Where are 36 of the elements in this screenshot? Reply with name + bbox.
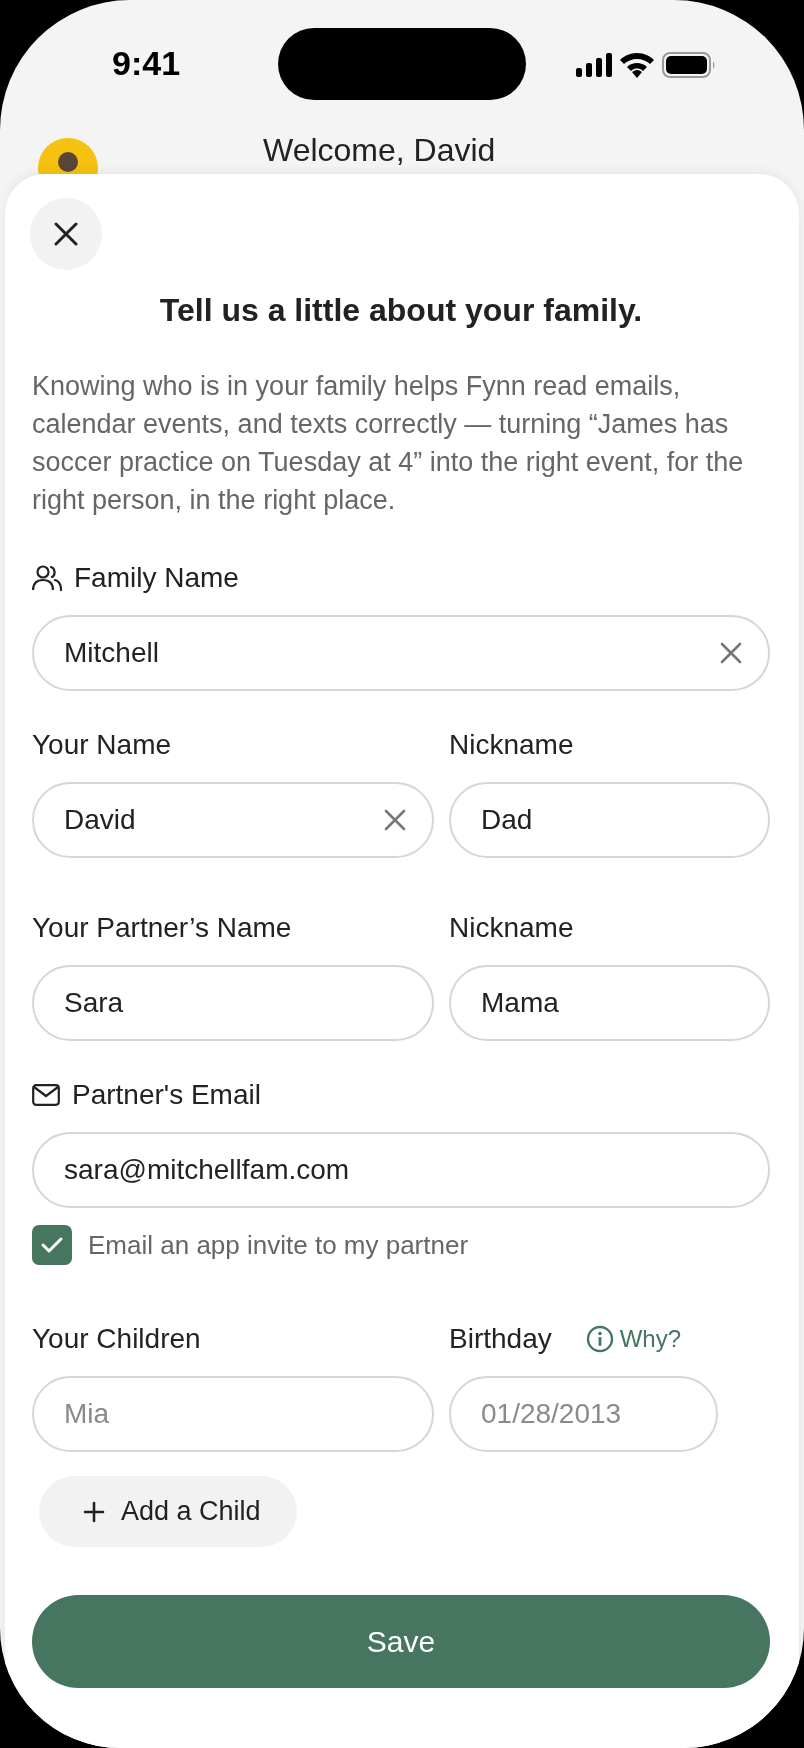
mail-icon <box>32 1084 60 1106</box>
signal-icon <box>576 53 612 77</box>
intro-paragraph: Knowing who is in your family helps Fynn read emails, calendar events, and texts correctly — turning “James has soccer practice on Tuesday at 4” into the right event, for the right person, in the right place. <box>32 370 745 517</box>
status-time: 9:41 <box>112 44 181 83</box>
clear-icon[interactable] <box>720 642 742 664</box>
input-field[interactable]: David <box>32 782 434 858</box>
why-link[interactable]: Why? <box>585 1325 682 1353</box>
info-icon <box>585 1325 614 1353</box>
field-label: Partner's Email <box>72 1078 261 1112</box>
field-label: Your Name <box>32 728 173 762</box>
field-label: Your Partner’s Name <box>32 911 293 945</box>
input-field[interactable]: sara@mitchellfam.com <box>32 1132 770 1208</box>
plus-icon <box>83 1500 105 1523</box>
save-button[interactable]: Save <box>32 1595 770 1688</box>
welcome-title: Welcome, David <box>263 132 496 168</box>
add-child-button[interactable]: Add a Child <box>39 1476 297 1547</box>
people-icon <box>32 565 62 591</box>
field-label: Birthday <box>449 1322 552 1356</box>
close-icon <box>54 222 78 246</box>
field-label: Your Children <box>32 1322 202 1356</box>
battery-icon <box>662 52 716 78</box>
input-field[interactable]: Mama <box>449 965 770 1041</box>
checkbox-label: Email an app invite to my partner <box>88 1229 469 1261</box>
checkbox[interactable] <box>32 1225 72 1265</box>
field-label: Family Name <box>74 561 239 595</box>
input-field[interactable]: Sara <box>32 965 434 1041</box>
input-field[interactable]: Mia <box>32 1376 434 1452</box>
field-label: Nickname <box>449 911 575 945</box>
clear-icon[interactable] <box>384 809 406 831</box>
input-field[interactable]: Mitchell <box>32 615 770 691</box>
field-label: Nickname <box>449 728 575 762</box>
input-field[interactable]: Dad <box>449 782 770 858</box>
sheet-title: Tell us a little about your family. <box>158 291 644 329</box>
check-icon <box>40 1235 64 1255</box>
wifi-icon <box>620 52 654 78</box>
input-field[interactable]: 01/28/2013 <box>449 1376 718 1452</box>
